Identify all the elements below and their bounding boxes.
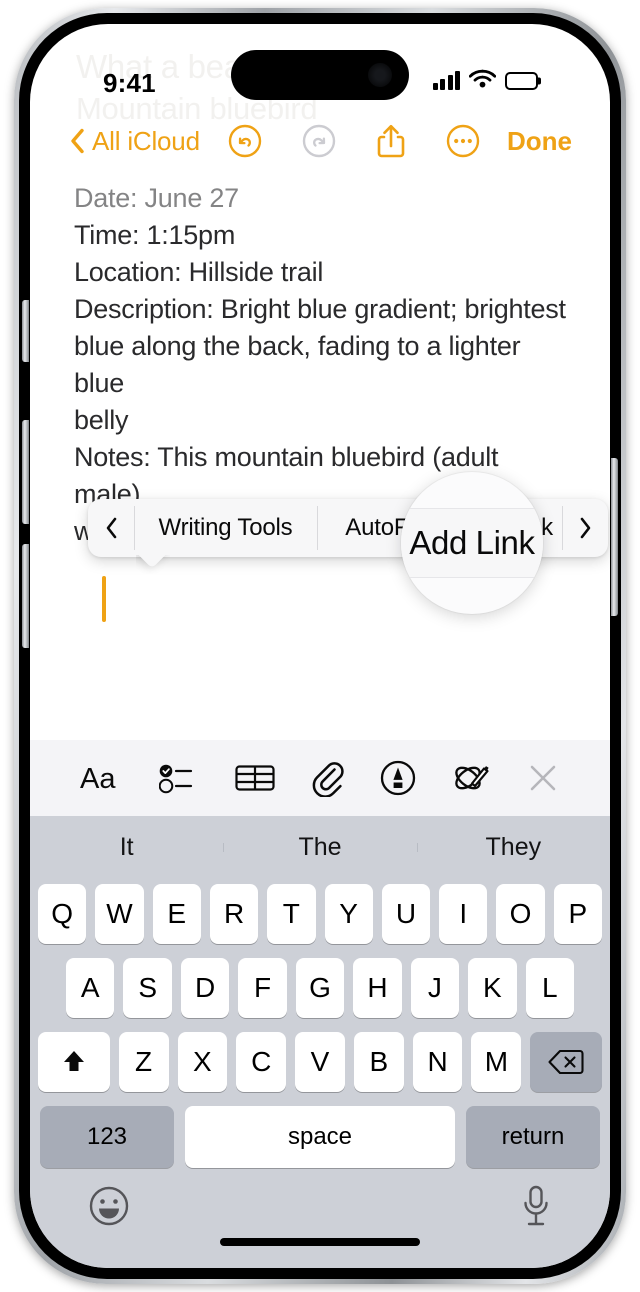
note-line: Location: Hillside trail (74, 257, 324, 287)
key-x[interactable]: X (177, 1032, 228, 1092)
image-playground-icon[interactable] (451, 759, 491, 797)
checklist-icon[interactable] (159, 761, 199, 795)
svg-text:Aa: Aa (80, 763, 116, 795)
loupe-magnified-label: Add Link (409, 524, 535, 561)
nav-action-buttons (228, 123, 480, 159)
keyboard-row-4: 123 space return (30, 1106, 610, 1168)
key-m[interactable]: M (471, 1032, 522, 1092)
status-bar-indicators (432, 68, 538, 93)
note-format-toolbar: Aa (30, 740, 610, 816)
keyboard-row-3: Z X C V B N M (30, 1032, 610, 1092)
chevron-left-icon (70, 128, 85, 154)
key-w[interactable]: W (95, 884, 144, 944)
key-k[interactable]: K (468, 958, 517, 1018)
key-c[interactable]: C (236, 1032, 287, 1092)
home-indicator[interactable] (220, 1238, 420, 1246)
battery-icon (505, 71, 538, 90)
phone-screen: What a beauty! Mountain bluebird 9:41 Al… (30, 24, 610, 1268)
key-i[interactable]: I (439, 884, 488, 944)
key-r[interactable]: R (209, 884, 259, 944)
text-format-icon[interactable]: Aa (80, 761, 124, 795)
key-e[interactable]: E (152, 884, 201, 944)
microphone-icon[interactable] (520, 1184, 552, 1233)
wifi-icon (468, 68, 497, 93)
key-a[interactable]: A (66, 958, 115, 1018)
keyboard-row-2: A S D F G H J K L (30, 958, 610, 1018)
key-q[interactable]: Q (38, 884, 87, 944)
note-line: Description: Bright blue gradient; brigh… (74, 294, 566, 324)
key-v[interactable]: V (295, 1032, 345, 1092)
key-b[interactable]: B (353, 1032, 404, 1092)
edit-menu-item-writing-tools[interactable]: Writing Tools (134, 499, 317, 557)
key-y[interactable]: Y (324, 884, 373, 944)
space-key[interactable]: space (185, 1106, 455, 1168)
action-button[interactable] (22, 300, 29, 362)
status-bar: 9:41 (30, 24, 610, 110)
more-ellipsis-icon[interactable] (446, 124, 480, 158)
return-key[interactable]: return (466, 1106, 600, 1168)
predictive-text-bar: It The They (30, 816, 610, 878)
shift-up-arrow-icon[interactable] (38, 1032, 110, 1092)
attachment-paperclip-icon[interactable] (311, 759, 345, 797)
key-l[interactable]: L (525, 958, 574, 1018)
key-f[interactable]: F (238, 958, 287, 1018)
edit-menu-prev-button[interactable] (88, 499, 134, 557)
key-g[interactable]: G (295, 958, 345, 1018)
chevron-right-icon (579, 517, 592, 539)
key-u[interactable]: U (381, 884, 431, 944)
key-d[interactable]: D (180, 958, 230, 1018)
magnifier-loupe-add-link: Add Link (401, 472, 543, 614)
key-n[interactable]: N (412, 1032, 463, 1092)
frame-bezel: What a beauty! Mountain bluebird 9:41 Al… (19, 13, 621, 1279)
emoji-smiley-icon[interactable] (88, 1185, 130, 1232)
device-frame: What a beauty! Mountain bluebird 9:41 Al… (14, 8, 626, 1284)
prediction-candidate[interactable]: The (223, 833, 416, 862)
front-camera-icon (368, 63, 392, 87)
note-line: Date: June 27 (74, 183, 239, 213)
key-o[interactable]: O (496, 884, 545, 944)
chevron-left-icon (105, 517, 118, 539)
close-icon[interactable] (526, 761, 560, 795)
status-bar-time: 9:41 (103, 68, 156, 98)
key-p[interactable]: P (553, 884, 602, 944)
undo-icon[interactable] (228, 124, 262, 158)
dynamic-island (231, 50, 409, 100)
text-cursor-caret (102, 576, 106, 622)
volume-up-button[interactable] (22, 420, 29, 524)
keyboard-bottom-row (30, 1178, 610, 1233)
power-button[interactable] (611, 458, 618, 616)
key-h[interactable]: H (353, 958, 402, 1018)
edit-menu-tail-pointer (136, 555, 170, 581)
prediction-candidate[interactable]: They (416, 833, 610, 862)
note-line: Time: 1:15pm (74, 220, 236, 250)
share-icon[interactable] (376, 123, 406, 159)
keyboard-row-1: Q W E R T Y U I O P (30, 878, 610, 944)
back-button-all-icloud[interactable]: All iCloud (70, 126, 200, 157)
note-line: belly (74, 405, 129, 435)
key-z[interactable]: Z (118, 1032, 169, 1092)
markup-pen-icon[interactable] (380, 760, 416, 796)
note-line: blue along the back, fading to a lighter… (74, 331, 521, 398)
volume-down-button[interactable] (22, 544, 29, 648)
cellular-signal-icon (432, 71, 460, 90)
redo-icon (302, 124, 336, 158)
delete-backspace-icon[interactable] (530, 1032, 602, 1092)
key-s[interactable]: S (123, 958, 172, 1018)
edit-menu-next-button[interactable] (562, 499, 608, 557)
key-t[interactable]: T (267, 884, 316, 944)
prediction-candidate[interactable]: It (30, 833, 223, 862)
onscreen-keyboard: It The They Q W E R T Y U I O P A S D F … (30, 816, 610, 1268)
table-icon[interactable] (234, 761, 276, 795)
numbers-key[interactable]: 123 (40, 1106, 174, 1168)
key-j[interactable]: J (410, 958, 460, 1018)
back-button-label: All iCloud (92, 125, 200, 156)
navigation-bar: All iCloud Done (30, 110, 610, 172)
done-button[interactable]: Done (507, 126, 572, 157)
